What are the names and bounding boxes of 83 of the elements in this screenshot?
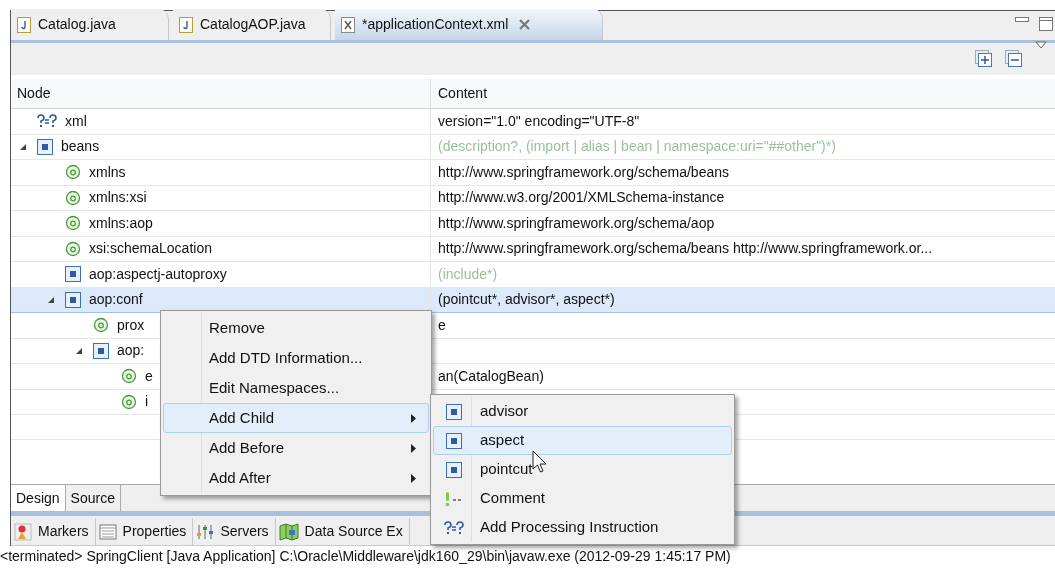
menu-item[interactable]: Add Child	[163, 403, 429, 433]
menu-item[interactable]: pointcut	[433, 455, 732, 484]
node-content: an(CatalogBean)	[437, 366, 544, 386]
java-file-icon	[17, 16, 31, 33]
tree-row[interactable]: xmlns http://www.springframework.org/schema/beans	[11, 160, 1055, 186]
node-name: xmlns	[89, 162, 126, 182]
element-icon	[65, 266, 81, 283]
attribute-icon	[93, 317, 109, 334]
column-header[interactable]: Content	[431, 83, 488, 104]
attribute-icon	[121, 393, 137, 410]
processing-instruction-icon	[37, 114, 57, 129]
view-menu-icon[interactable]	[1035, 41, 1047, 49]
node-name: xmlns:xsi	[89, 188, 147, 208]
panel-tab[interactable]: Markers	[11, 518, 96, 545]
minimize-icon[interactable]	[1015, 17, 1029, 23]
tree-row[interactable]: xmlns:xsi http://www.w3.org/2001/XMLSchema-instance	[11, 185, 1055, 211]
menu-item[interactable]: advisor	[433, 397, 732, 426]
node-name: xml	[65, 111, 87, 131]
menu-item[interactable]: aspect	[433, 426, 732, 455]
comment-icon	[444, 490, 464, 507]
element-icon	[446, 403, 462, 420]
attribute-icon	[65, 164, 81, 181]
expand-all-icon[interactable]	[975, 50, 993, 68]
close-icon[interactable]	[519, 19, 531, 30]
panel-tab[interactable]: Servers	[193, 518, 276, 545]
element-icon	[446, 432, 462, 449]
maximize-icon[interactable]	[1039, 17, 1053, 31]
element-icon	[446, 461, 462, 478]
node-content: http://www.springframework.org/schema/aop	[437, 213, 715, 233]
attribute-icon	[65, 240, 81, 257]
collapse-arrow-icon[interactable]	[47, 295, 55, 304]
node-name: aop:conf	[89, 290, 143, 310]
node-name: e	[145, 366, 153, 386]
node-content: version="1.0" encoding="UTF-8"	[437, 111, 640, 131]
node-content: http://www.w3.org/2001/XMLSchema-instance	[437, 188, 725, 208]
view-tab[interactable]: Design	[11, 485, 66, 511]
servers-icon	[196, 523, 215, 540]
tree-row[interactable]: beans (description?, (import | alias | bean | namespace:uri="##other")*)	[11, 134, 1055, 160]
properties-icon	[98, 523, 117, 540]
node-content: (pointcut*, advisor*, aspect*)	[437, 290, 615, 310]
node-content: (include*)	[437, 264, 498, 284]
node-content: http://www.springframework.org/schema/beans http://www.springframework.or...	[437, 239, 933, 259]
node-content: e	[437, 315, 446, 335]
editor-tab[interactable]: CatalogAOP.java	[173, 9, 331, 40]
node-content: http://www.springframework.org/schema/beans	[437, 162, 729, 182]
attribute-icon	[65, 189, 81, 206]
tree-row[interactable]: xmlns:aop http://www.springframework.org/schema/aop	[11, 211, 1055, 237]
tree-row[interactable]: xml version="1.0" encoding="UTF-8"	[11, 109, 1055, 135]
markers-icon	[14, 522, 32, 541]
console-status-text: <terminated> SpringClient [Java Application] C:\Oracle\Middleware\jdk160_29\bin\javaw.exe (2012-09-29 1:45:17 PM)	[0, 546, 731, 566]
editor-tab[interactable]: *applicationContext.xml	[335, 9, 603, 40]
menu-item[interactable]: Add Before	[163, 433, 429, 463]
node-name: aop:	[117, 341, 145, 361]
tree-row[interactable]: xsi:schemaLocation http://www.springframework.org/schema/beans http://www.springframework.or...	[11, 236, 1055, 262]
collapse-arrow-icon[interactable]	[75, 346, 83, 355]
mouse-pointer-icon	[532, 450, 548, 474]
node-name: xsi:schemaLocation	[89, 239, 212, 259]
column-header[interactable]: Node	[11, 79, 431, 108]
node-name: i	[145, 392, 149, 412]
menu-item[interactable]: Add Processing Instruction	[433, 513, 732, 542]
processing-instruction-icon	[444, 520, 464, 535]
panel-tab[interactable]: Data Source Ex	[275, 518, 410, 545]
node-name: prox	[117, 315, 145, 335]
panel-tab[interactable]: Properties	[95, 518, 194, 545]
map-icon	[278, 522, 299, 541]
tree-row[interactable]: aop:conf (pointcut*, advisor*, aspect*)	[11, 287, 1055, 313]
node-content: (description?, (import | alias | bean | namespace:uri="##other")*)	[437, 137, 836, 157]
collapse-arrow-icon[interactable]	[19, 142, 27, 151]
menu-item[interactable]: Add After	[163, 463, 429, 493]
menu-item[interactable]: Comment	[433, 484, 732, 513]
attribute-icon	[65, 215, 81, 232]
editor-tab[interactable]: Catalog.java	[11, 9, 169, 40]
element-icon	[65, 291, 81, 308]
node-name: beans	[61, 137, 100, 157]
attribute-icon	[121, 368, 137, 385]
element-icon	[37, 138, 53, 155]
element-icon	[93, 342, 109, 359]
java-file-icon	[179, 16, 193, 33]
tree-row[interactable]: aop:aspectj-autoproxy (include*)	[11, 262, 1055, 288]
xml-file-icon	[341, 16, 355, 33]
node-name: xmlns:aop	[89, 213, 153, 233]
node-name: aop:aspectj-autoproxy	[89, 264, 227, 284]
collapse-all-icon[interactable]	[1005, 50, 1023, 68]
